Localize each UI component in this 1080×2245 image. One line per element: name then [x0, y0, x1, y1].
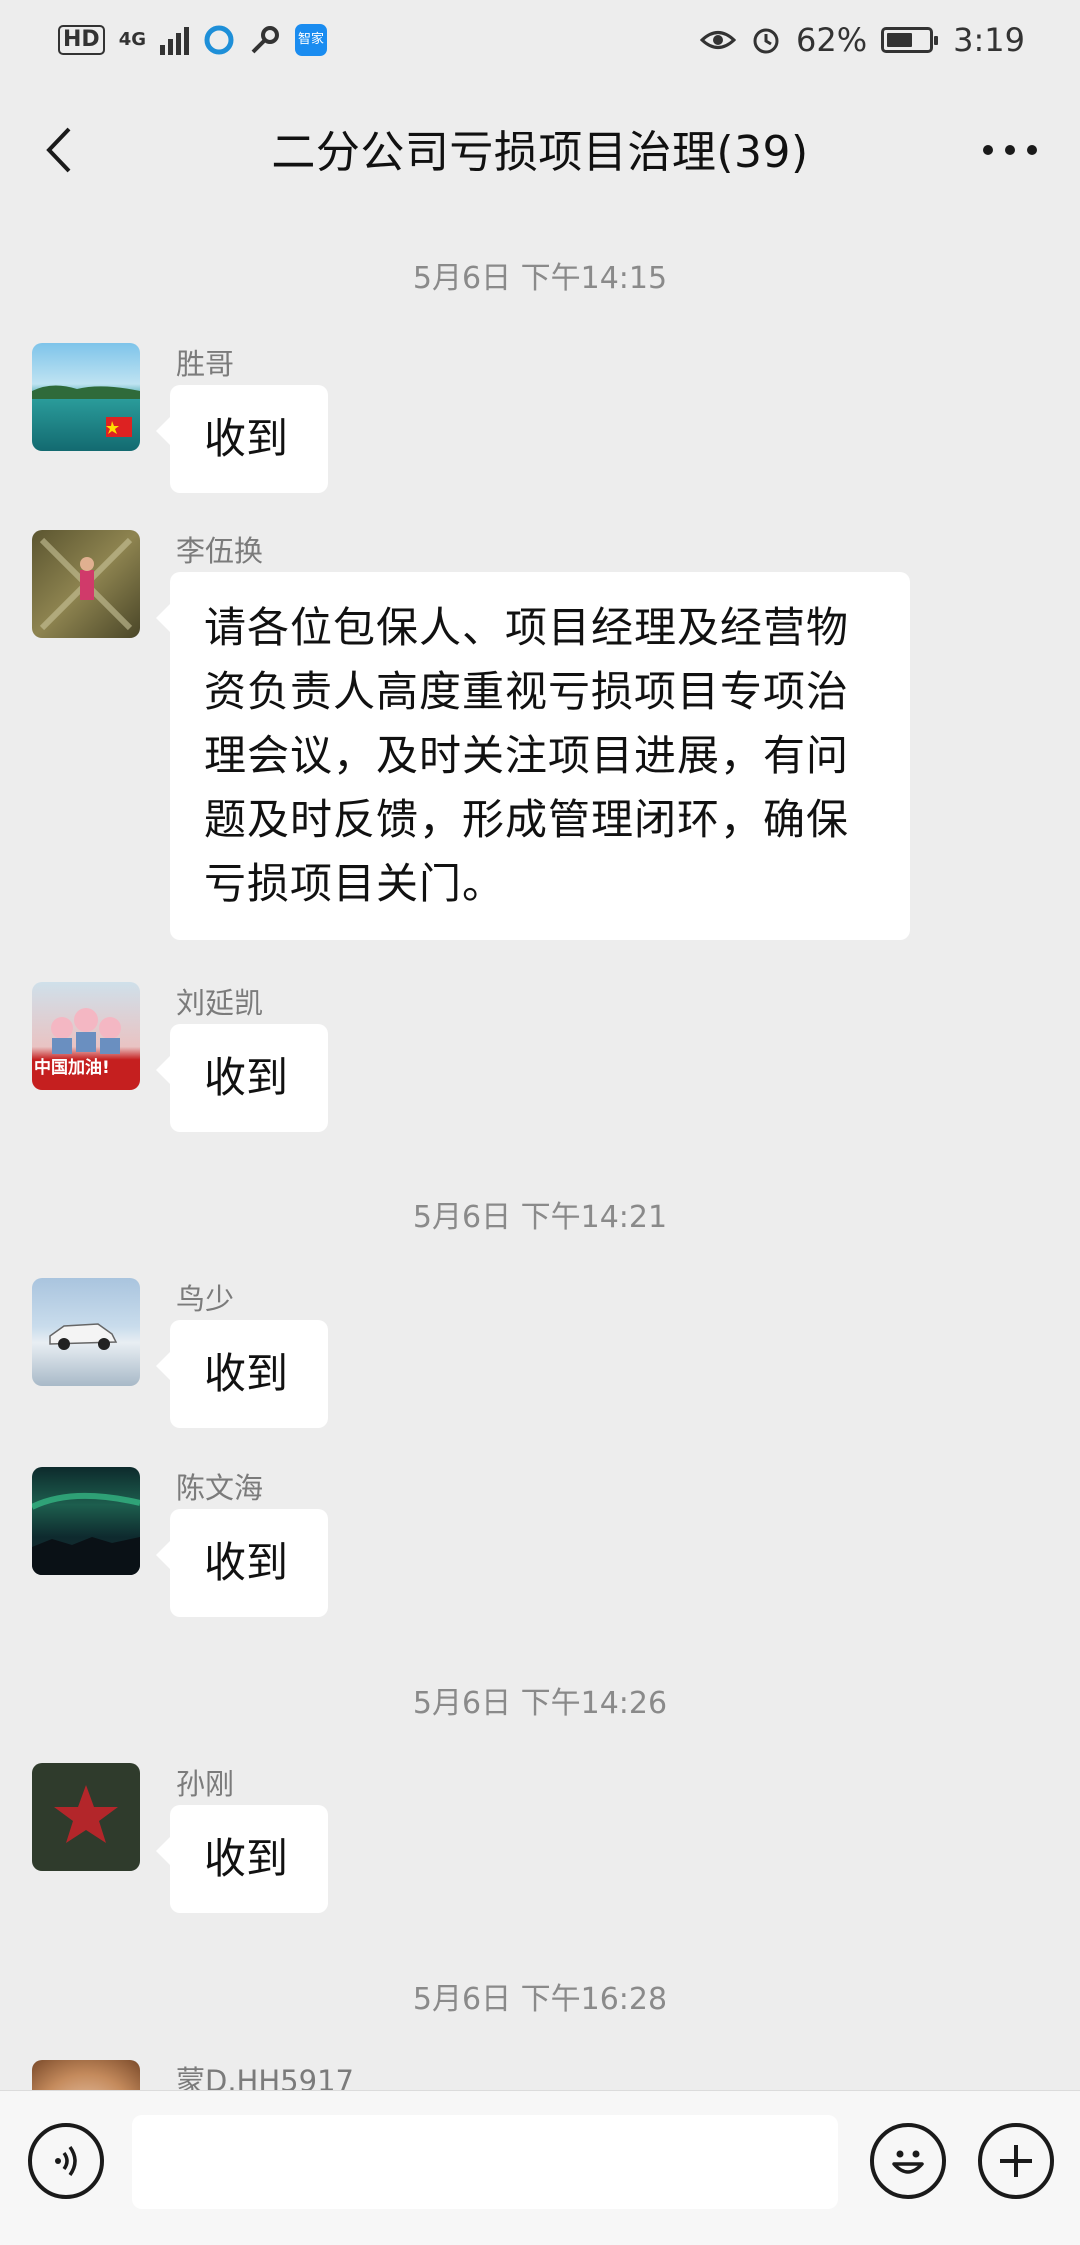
battery-icon [881, 27, 939, 53]
key-icon [251, 26, 279, 54]
timestamp: 5月6日 下午14:15 [412, 261, 668, 296]
avatar-island-image [32, 385, 140, 437]
emoji-icon [892, 2150, 924, 2174]
sender-name: 蒙D.HH5917 [176, 2064, 354, 2090]
avatar-star-image [54, 1785, 118, 1843]
sender-name: 刘延凯 [176, 986, 264, 1020]
message-bubble[interactable]: 收到 [156, 1805, 328, 1913]
avatar-car-image [49, 1323, 118, 1350]
message-bubble[interactable]: 收到 [156, 385, 328, 493]
more-dots-icon [983, 145, 1037, 155]
avatar[interactable] [32, 343, 140, 451]
message-text: 收到 [204, 1053, 289, 1102]
more-actions-button[interactable] [978, 2123, 1054, 2199]
sender-name: 孙刚 [176, 1767, 235, 1801]
message-text: 收到 [204, 414, 289, 463]
status-bar: HD 4G 智家 62% 3:19 [0, 0, 1080, 80]
more-button[interactable] [970, 110, 1050, 190]
eye-icon [700, 31, 737, 49]
sender-name: 鸟少 [176, 1282, 235, 1316]
avatar-aurora-image [32, 1492, 140, 1575]
clock: 3:19 [953, 21, 1025, 59]
message-text: 收到 [204, 1834, 289, 1883]
avatar-caption: 中国加油! [34, 1058, 110, 1078]
back-button[interactable] [30, 110, 90, 190]
message-input[interactable] [132, 2115, 838, 2209]
message-text: 收到 [204, 1538, 289, 1587]
message-line: 请各位包保人、项目经理及经营物 [204, 603, 850, 652]
alarm-icon [753, 28, 779, 54]
message-line: 亏损项目关门。 [204, 859, 506, 908]
avatar[interactable] [32, 2060, 140, 2090]
message-line: 资负责人高度重视亏损项目专项治 [204, 667, 850, 716]
voice-icon [55, 2145, 77, 2177]
status-right: 62% 3:19 [700, 21, 1025, 59]
plus-icon [1000, 2145, 1032, 2177]
message-bubble[interactable]: 收到 [156, 1509, 328, 1617]
avatar[interactable]: 中国加油! [32, 982, 140, 1090]
avatar[interactable] [32, 1763, 140, 1871]
avatar-photo-image [39, 537, 133, 631]
voice-button[interactable] [28, 2123, 104, 2199]
page-title: 二分公司亏损项目治理(39) [271, 126, 809, 178]
timestamp: 5月6日 下午14:21 [412, 1200, 668, 1235]
smart-home-app-icon: 智家 [295, 24, 327, 56]
sender-name: 陈文海 [176, 1471, 264, 1505]
sender-name: 胜哥 [176, 347, 235, 381]
avatar[interactable] [32, 530, 140, 638]
app-badge-label: 智家 [297, 32, 324, 47]
timestamp: 5月6日 下午16:28 [412, 1982, 668, 2017]
message-text: 收到 [204, 1349, 289, 1398]
network-type: 4G [118, 29, 146, 50]
message-bubble[interactable]: 收到 [156, 1024, 328, 1132]
signal-icon [160, 25, 189, 55]
status-left: HD 4G 智家 [58, 24, 327, 56]
hd-indicator: HD [58, 25, 105, 55]
chevron-left-icon [46, 127, 71, 173]
message-line: 题及时反馈，形成管理闭环，确保 [204, 795, 850, 844]
avatar[interactable] [32, 1467, 140, 1575]
input-bar [0, 2090, 1080, 2245]
chat-list[interactable]: 5月6日 下午14:15 胜哥 收到 李伍换 请各位包保人、项目经理及经营物 资… [0, 215, 1080, 2090]
browser-app-icon [204, 25, 234, 55]
chat-header: 二分公司亏损项目治理(39) [0, 80, 1080, 215]
sender-name: 李伍换 [176, 534, 264, 568]
emoji-button[interactable] [870, 2123, 946, 2199]
battery-fill [887, 33, 912, 47]
message-bubble[interactable]: 请各位包保人、项目经理及经营物 资负责人高度重视亏损项目专项治 理会议，及时关注… [156, 572, 910, 940]
battery-percent: 62% [796, 21, 868, 59]
timestamp: 5月6日 下午14:26 [412, 1686, 668, 1721]
message-line: 理会议，及时关注项目进展，有问 [204, 731, 850, 780]
avatar[interactable] [32, 1278, 140, 1386]
message-bubble[interactable]: 收到 [156, 1320, 328, 1428]
